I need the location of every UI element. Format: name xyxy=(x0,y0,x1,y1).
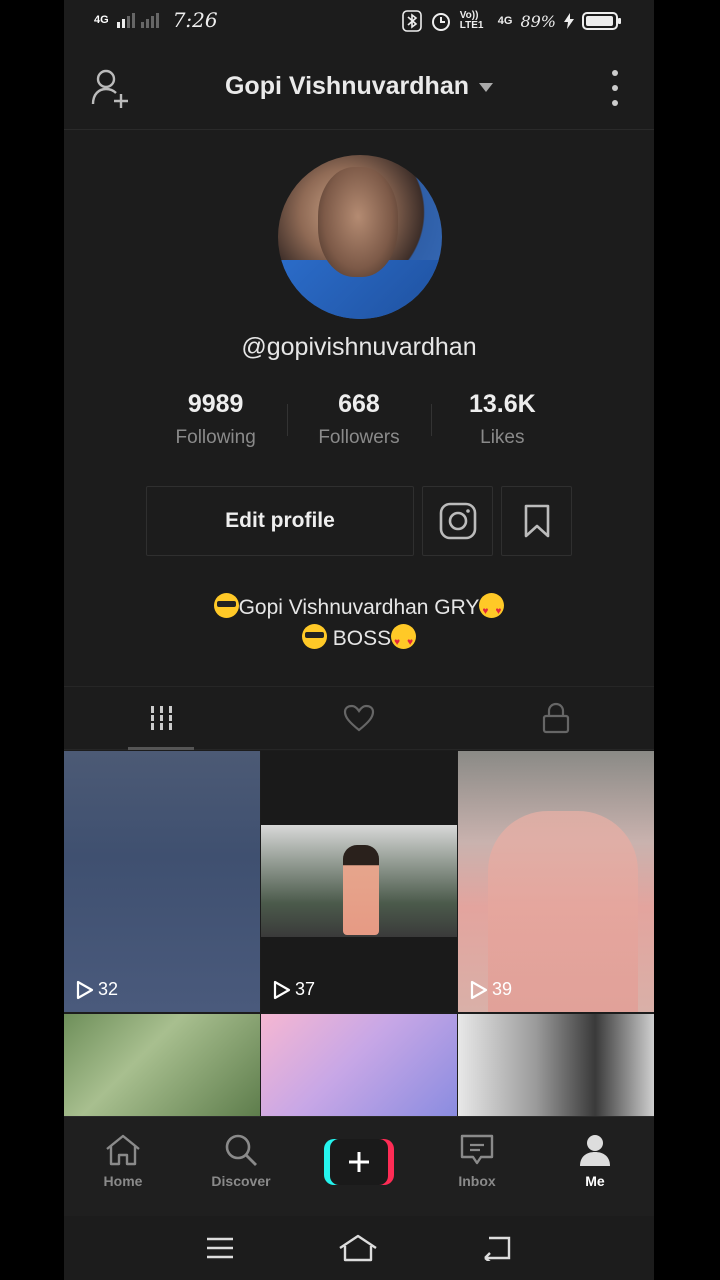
stat-following[interactable]: 9989 Following xyxy=(144,390,287,460)
back-icon[interactable] xyxy=(481,1235,513,1261)
view-count: 39 xyxy=(470,979,512,1000)
video-grid: 32 37 39 xyxy=(64,751,654,1116)
bottom-nav: Home Discover Inbox Me xyxy=(64,1116,654,1216)
stat-followers[interactable]: 668 Followers xyxy=(287,390,430,460)
grid-icon xyxy=(149,706,176,730)
search-icon xyxy=(225,1134,257,1166)
instagram-button[interactable] xyxy=(422,486,493,556)
stat-value: 668 xyxy=(338,390,380,418)
stat-label: Followers xyxy=(318,427,400,448)
tab-liked[interactable] xyxy=(261,687,458,749)
edit-profile-button[interactable]: Edit profile xyxy=(146,486,414,556)
view-count: 32 xyxy=(76,979,118,1000)
heart-eyes-emoji-icon xyxy=(479,593,505,627)
heart-icon xyxy=(343,704,375,732)
avatar-face xyxy=(318,167,398,277)
view-count-text: 32 xyxy=(98,979,119,999)
video-thumbnail[interactable] xyxy=(261,1014,457,1116)
video-thumbnail[interactable] xyxy=(64,1014,260,1116)
stat-value: 9989 xyxy=(187,390,244,418)
nav-create[interactable] xyxy=(300,1117,418,1216)
video-image xyxy=(261,825,457,937)
bluetooth-icon xyxy=(401,10,422,32)
create-button[interactable] xyxy=(324,1139,394,1185)
menu-icon[interactable] xyxy=(205,1236,235,1260)
network-type-2: 4G xyxy=(497,15,513,27)
play-icon xyxy=(470,980,488,999)
nav-label: Me xyxy=(585,1173,605,1189)
bio-text-1: Gopi Vishnuvardhan GRY xyxy=(238,596,480,619)
status-right: Vo)) LTE1 4G 89% xyxy=(401,10,622,32)
bookmark-icon xyxy=(524,504,549,538)
play-icon xyxy=(273,980,291,999)
heart-eyes-emoji-icon xyxy=(391,624,417,658)
instagram-icon xyxy=(439,502,476,540)
alarm-icon xyxy=(431,13,450,31)
bio-line-1: Gopi Vishnuvardhan GRY xyxy=(64,592,654,627)
stat-label: Likes xyxy=(480,427,525,448)
favorites-button[interactable] xyxy=(501,486,572,556)
avatar[interactable] xyxy=(278,155,442,319)
profile-header: Gopi Vishnuvardhan xyxy=(64,44,654,130)
inbox-icon xyxy=(460,1134,494,1165)
tab-videos[interactable] xyxy=(64,687,261,750)
stat-label: Following xyxy=(175,427,256,448)
bio-line-2: BOSS xyxy=(64,623,654,658)
chevron-down-icon xyxy=(479,82,494,92)
signal-icon xyxy=(116,13,159,28)
view-count: 37 xyxy=(273,979,315,1000)
plus-icon xyxy=(349,1152,369,1172)
more-dot xyxy=(612,85,618,91)
stat-value: 13.6K xyxy=(468,390,536,418)
profile-icon xyxy=(580,1135,610,1166)
tab-private[interactable] xyxy=(457,687,654,749)
profile-stats: 9989 Following 668 Followers 13.6K Likes xyxy=(144,390,574,460)
clock: 7:26 xyxy=(172,8,218,32)
bio-text-2: BOSS xyxy=(326,627,392,650)
nav-label: Home xyxy=(103,1173,143,1189)
nav-me[interactable]: Me xyxy=(536,1117,654,1216)
sunglasses-emoji-icon xyxy=(301,624,327,649)
charging-icon xyxy=(564,13,574,29)
video-thumbnail[interactable]: 37 xyxy=(261,751,457,1012)
video-thumbnail[interactable]: 39 xyxy=(458,751,654,1012)
nav-label: Discover xyxy=(211,1173,271,1189)
nav-label: Inbox xyxy=(458,1173,496,1189)
profile-screen: 4G 7:26 Vo)) LTE1 4G 89% Gopi Vishnuvard… xyxy=(64,0,654,1280)
content-tabs xyxy=(64,686,654,750)
page-title: Gopi Vishnuvardhan xyxy=(224,72,470,100)
stat-likes[interactable]: 13.6K Likes xyxy=(430,390,574,460)
profile-actions: Edit profile xyxy=(146,486,572,556)
nav-inbox[interactable]: Inbox xyxy=(418,1117,536,1216)
username: @gopivishnuvardhan xyxy=(241,333,477,361)
network-type: 4G xyxy=(94,14,109,26)
video-person xyxy=(343,845,379,935)
view-count-text: 39 xyxy=(492,979,513,999)
status-bar: 4G 7:26 Vo)) LTE1 4G 89% xyxy=(64,0,654,44)
video-thumbnail[interactable] xyxy=(458,1014,654,1116)
nav-home[interactable]: Home xyxy=(64,1117,182,1216)
create-center xyxy=(330,1139,388,1185)
bio: Gopi Vishnuvardhan GRY BOSS xyxy=(64,592,654,658)
more-options-button[interactable] xyxy=(610,70,620,106)
play-icon xyxy=(76,980,94,999)
home-key-icon[interactable] xyxy=(338,1234,378,1262)
home-icon xyxy=(106,1134,140,1166)
more-dot xyxy=(612,70,618,76)
more-dot xyxy=(612,100,618,106)
view-count-text: 37 xyxy=(295,979,316,999)
video-thumbnail[interactable]: 32 xyxy=(64,751,260,1012)
account-switcher[interactable]: Gopi Vishnuvardhan xyxy=(64,72,654,101)
sunglasses-emoji-icon xyxy=(213,593,239,618)
volte-label: Vo)) LTE1 xyxy=(459,10,484,31)
battery-percent: 89% xyxy=(520,11,556,31)
status-left: 4G 7:26 xyxy=(94,8,218,32)
lock-icon xyxy=(542,702,569,734)
nav-discover[interactable]: Discover xyxy=(182,1117,300,1216)
battery-icon xyxy=(582,12,621,30)
system-nav-bar xyxy=(64,1216,654,1280)
